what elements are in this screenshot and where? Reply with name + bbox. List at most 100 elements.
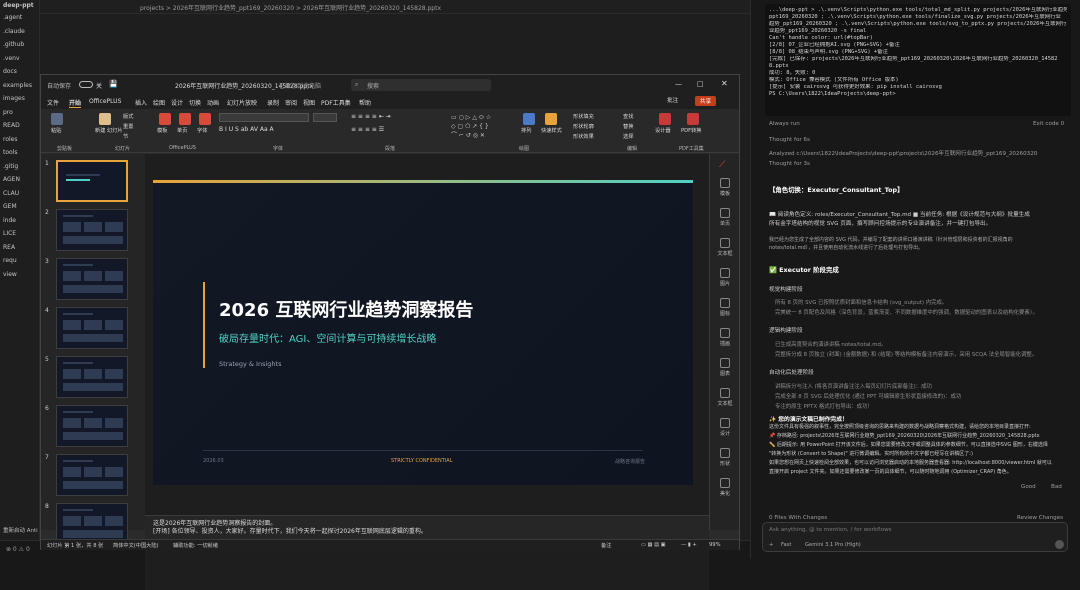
side-panel-item[interactable]: 单页 [710,208,740,227]
designer-button[interactable]: 设计器 [655,127,671,134]
slide-thumbnail[interactable] [56,356,128,398]
quick-style-icon[interactable] [545,113,557,125]
reset-button[interactable]: 重置 [123,123,133,130]
side-panel-item[interactable]: 插画 [710,328,740,347]
font-format-icons[interactable]: B I U S ab AV Aa A [219,126,274,133]
analyzed-path[interactable]: Analyzed c:\Users\1822\IdeaProjects\deep… [769,149,1037,157]
explorer-root[interactable]: deep-ppt [3,2,34,9]
tree-item[interactable]: examples [3,82,32,89]
replace-button[interactable]: 替换 [623,123,633,130]
layout-button[interactable]: 版式 [123,113,133,120]
side-panel-item[interactable]: 图片 [710,268,740,287]
paste-icon[interactable] [51,113,63,125]
save-icon[interactable]: 💾 [109,80,118,88]
tree-item[interactable]: REA [3,244,15,251]
ribbon-tab[interactable]: OfficePLUS [89,98,121,105]
slide-1[interactable]: 2026 互联网行业趋势洞察报告 破局存量时代：AGI、空间计算与可持续增长战略… [153,180,693,485]
tree-item[interactable]: CLAU [3,190,19,197]
thought-1[interactable]: Thought for 6s [769,137,810,143]
font-button[interactable]: 字体 [197,127,207,134]
tree-item[interactable]: tools [3,149,18,156]
tree-item[interactable]: images [3,95,25,102]
tree-item[interactable]: pro [3,109,13,116]
restart-notice[interactable]: 重新启动 Anti [3,526,38,534]
view-icons[interactable]: ▭ ▦ ▤ ▣ [641,542,666,548]
shape-outline-button[interactable]: 形状轮廓 [573,123,594,130]
slide-thumbnail[interactable] [56,209,128,251]
tree-item[interactable]: view [3,271,17,278]
side-panel-item[interactable]: 美化 [710,478,740,497]
ribbon-tab[interactable]: 视图 [303,98,315,107]
ribbon-tab[interactable]: 幻灯片放映 [227,98,257,107]
tree-item[interactable]: .venv [3,55,20,62]
file-desc-5[interactable]: 如果您想在网页上快速检阅全部效果，也可以访问浏览器启动的本地服务器查看器: ht… [769,460,1069,466]
ribbon-tab[interactable]: 切换 [189,98,201,107]
tree-item[interactable]: LICE [3,230,16,237]
tree-item[interactable]: .gitig [3,163,18,170]
slide-thumbnail[interactable] [56,160,128,202]
files-changed[interactable]: 0 Files With Changes [769,515,827,521]
arrange-icon[interactable] [523,113,535,125]
ribbon-tab[interactable]: 帮助 [359,98,371,107]
side-panel-item[interactable]: 设计 [710,418,740,437]
font-size-select[interactable] [313,113,337,122]
close-icon[interactable]: ✕ [721,79,728,88]
font-family-select[interactable] [219,113,309,122]
single-page-icon[interactable] [179,113,191,125]
always-run-toggle[interactable]: Always run [769,121,800,127]
pdf-icon[interactable] [687,113,699,125]
review-changes-button[interactable]: Review Changes [1017,515,1063,521]
tree-item[interactable]: requ [3,257,17,264]
language-indicator[interactable]: 简体中文(中国大陆) [113,542,159,549]
ribbon-tab[interactable]: 开始 [69,98,82,108]
designer-icon[interactable] [659,113,671,125]
zoom-level[interactable]: 99% [709,542,721,548]
search-box[interactable]: ⌕ 搜索 [351,79,491,91]
tree-item[interactable]: .claude [3,28,25,35]
bad-button[interactable]: Bad [1051,484,1062,490]
ribbon-tab[interactable]: 动画 [207,98,219,107]
side-panel-item[interactable]: 图表 [710,358,740,377]
autosave-toggle[interactable] [79,81,93,88]
tree-item[interactable]: docs [3,68,17,75]
ribbon-tab[interactable]: 审阅 [285,98,297,107]
side-panel-item[interactable]: 文本框 [710,238,740,257]
mode-select[interactable]: Fast [781,542,791,548]
side-panel-item[interactable]: 图标 [710,298,740,317]
pdf-convert-button[interactable]: PDF转换 [681,127,701,134]
align-icons[interactable]: ≡ ≡ ≡ ≡ ☰ [351,126,384,133]
paragraph-icons[interactable]: ≡ ≡ ≡ ≡ ⇤ ⇥ [351,113,391,120]
comment-button[interactable]: 批注 [667,96,678,104]
ribbon-tab[interactable]: PDF工具集 [321,98,351,107]
slide-thumbnail[interactable] [56,307,128,349]
maximize-icon[interactable]: □ [697,80,704,88]
side-panel-item[interactable]: 形状 [710,448,740,467]
slide-thumbnail[interactable] [56,258,128,300]
single-page-button[interactable]: 单页 [177,127,187,134]
minimize-icon[interactable]: — [675,80,682,88]
accessibility-status[interactable]: 辅助功能: 一切就绪 [173,542,218,549]
ribbon-tab[interactable]: 设计 [171,98,183,107]
tree-item[interactable]: inde [3,217,16,224]
new-slide-icon[interactable] [99,113,111,125]
quick-style-button[interactable]: 快速样式 [541,127,562,134]
font-icon[interactable] [199,113,211,125]
shape-effect-button[interactable]: 形状效果 [573,133,594,140]
add-context-icon[interactable]: + [769,542,773,548]
thought-2[interactable]: Thought for 3s [769,161,810,167]
model-select[interactable]: Gemini 3.1 Pro (High) [805,542,861,548]
arrange-button[interactable]: 排列 [521,127,531,134]
shape-fill-button[interactable]: 形状填充 [573,113,594,120]
send-icon[interactable] [1055,540,1064,549]
new-slide-button[interactable]: 新建 幻灯片 [95,127,123,134]
tree-item[interactable]: READ [3,122,20,129]
zoom-slider[interactable]: — ▮ + [681,542,697,548]
tree-item[interactable]: GEM [3,203,17,210]
chat-input[interactable]: Ask anything, @ to mention, / for workfl… [762,522,1068,552]
tree-item[interactable]: roles [3,136,18,143]
section-button[interactable]: 节 [123,133,128,140]
share-button[interactable]: 共享 [695,96,717,106]
theme-button[interactable]: 模板 [157,127,167,134]
ribbon-tab[interactable]: 绘图 [153,98,165,107]
file-desc-2[interactable]: 📌 存档路径: projects\2026年互联网行业趋势_ppt169_202… [769,433,1069,439]
